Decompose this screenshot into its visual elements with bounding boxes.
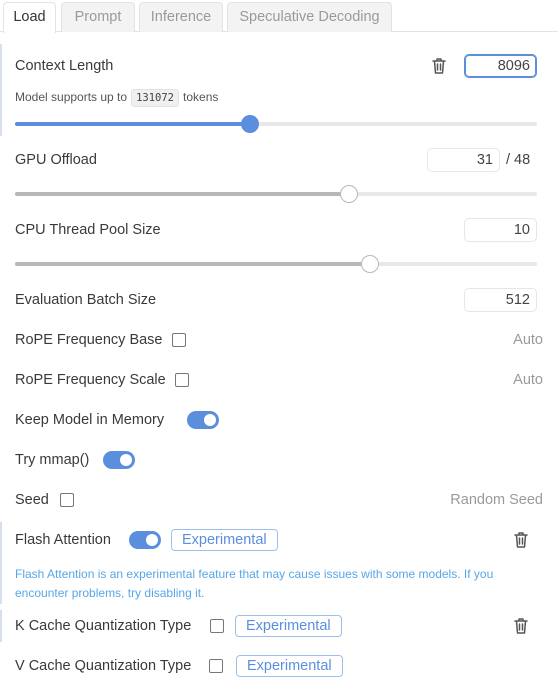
rope-scale-value: Auto	[513, 372, 543, 388]
mmap-toggle[interactable]	[103, 451, 135, 469]
modified-indicator	[0, 522, 2, 604]
gpu-offload-row: GPU Offload 31 / 48	[15, 148, 543, 172]
slider-thumb[interactable]	[340, 185, 359, 203]
tab-speculative-decoding[interactable]: Speculative Decoding	[227, 2, 392, 32]
toggle-knob	[204, 414, 216, 426]
toggle-knob	[146, 534, 158, 546]
flash-attention-row: Flash Attention Experimental	[15, 528, 543, 552]
tab-inference[interactable]: Inference	[139, 2, 223, 32]
rope-scale-checkbox[interactable]	[175, 373, 189, 387]
flash-attention-warning: Flash Attention is an experimental featu…	[15, 567, 494, 600]
rope-base-row: RoPE Frequency Base Auto	[15, 328, 543, 352]
rope-scale-label: RoPE Frequency Scale	[15, 372, 166, 388]
cpu-thread-pool-row: CPU Thread Pool Size 10	[15, 218, 543, 242]
modified-indicator	[0, 44, 2, 136]
slider-fill	[15, 262, 370, 266]
seed-row: Seed Random Seed	[15, 488, 543, 512]
flash-attention-label: Flash Attention	[15, 532, 111, 548]
gpu-offload-max: / 48	[506, 152, 531, 168]
cpu-thread-pool-input[interactable]: 10	[464, 218, 537, 242]
context-length-input[interactable]: 8096	[464, 54, 537, 78]
tab-load[interactable]: Load	[3, 2, 56, 33]
k-cache-checkbox[interactable]	[210, 619, 224, 633]
tab-bar: Load Prompt Inference Speculative Decodi…	[0, 0, 558, 33]
evaluation-batch-row: Evaluation Batch Size 512	[15, 288, 543, 312]
v-cache-label: V Cache Quantization Type	[15, 658, 192, 674]
v-cache-row: V Cache Quantization Type Experimental	[15, 654, 543, 678]
mmap-label: Try mmap()	[15, 452, 90, 468]
slider-fill	[15, 192, 350, 196]
trash-icon[interactable]	[513, 617, 529, 635]
experimental-badge: Experimental	[236, 655, 343, 677]
slider-thumb[interactable]	[240, 115, 259, 133]
cpu-thread-pool-label: CPU Thread Pool Size	[15, 222, 161, 238]
gpu-offload-label: GPU Offload	[15, 152, 97, 168]
rope-base-value: Auto	[513, 332, 543, 348]
flash-attention-toggle[interactable]	[129, 531, 161, 549]
rope-base-checkbox[interactable]	[172, 333, 186, 347]
modified-indicator	[0, 610, 2, 642]
seed-label: Seed	[15, 492, 49, 508]
keep-in-memory-row: Keep Model in Memory	[15, 408, 543, 432]
slider-thumb[interactable]	[360, 255, 379, 273]
gpu-offload-slider[interactable]	[15, 184, 537, 204]
keep-in-memory-toggle[interactable]	[187, 411, 219, 429]
k-cache-row: K Cache Quantization Type Experimental	[15, 614, 543, 638]
cpu-thread-pool-slider[interactable]	[15, 254, 537, 274]
context-length-row: Context Length 8096	[15, 54, 543, 78]
tab-prompt[interactable]: Prompt	[61, 2, 135, 32]
max-context-code: 131072	[131, 89, 180, 107]
mmap-row: Try mmap()	[15, 448, 543, 472]
evaluation-batch-label: Evaluation Batch Size	[15, 292, 157, 308]
support-suffix: tokens	[183, 90, 219, 104]
experimental-badge: Experimental	[171, 529, 278, 551]
slider-fill	[15, 122, 250, 126]
v-cache-checkbox[interactable]	[209, 659, 223, 673]
k-cache-label: K Cache Quantization Type	[15, 618, 192, 634]
trash-icon[interactable]	[513, 531, 529, 549]
evaluation-batch-input[interactable]: 512	[464, 288, 537, 312]
trash-icon[interactable]	[431, 57, 447, 75]
seed-checkbox[interactable]	[60, 493, 74, 507]
context-length-slider[interactable]	[15, 114, 537, 134]
keep-in-memory-label: Keep Model in Memory	[15, 412, 165, 428]
support-prefix: Model supports up to	[15, 90, 128, 104]
experimental-badge: Experimental	[235, 615, 342, 637]
context-length-support-note: Model supports up to 131072 tokens	[15, 88, 218, 107]
context-length-label: Context Length	[15, 58, 114, 74]
gpu-offload-input[interactable]: 31	[427, 148, 500, 172]
seed-value: Random Seed	[450, 492, 543, 508]
rope-base-label: RoPE Frequency Base	[15, 332, 163, 348]
toggle-knob	[120, 454, 132, 466]
rope-scale-row: RoPE Frequency Scale Auto	[15, 368, 543, 392]
